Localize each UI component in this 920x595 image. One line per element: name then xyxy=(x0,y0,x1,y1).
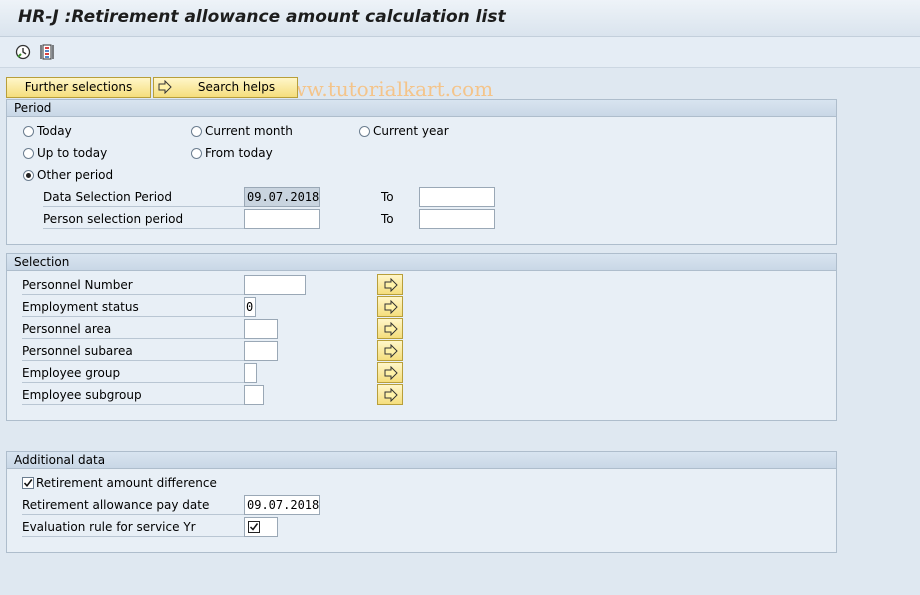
title-bar: HR-J :Retirement allowance amount calcul… xyxy=(0,0,920,37)
further-selections-button[interactable]: Further selections xyxy=(6,77,151,98)
radio-up-to-today[interactable] xyxy=(23,148,34,159)
employee-subgroup-multiple-selection-button[interactable] xyxy=(377,384,403,405)
execute-icon[interactable] xyxy=(14,43,32,61)
radio-other-period[interactable] xyxy=(23,170,34,181)
arrow-right-icon xyxy=(384,344,398,358)
evaluation-rule-label: Evaluation rule for service Yr xyxy=(22,517,244,537)
employment-status-label: Employment status xyxy=(22,297,244,317)
evaluation-rule-field[interactable] xyxy=(244,517,278,537)
retirement-amount-difference-label: Retirement amount difference xyxy=(36,476,217,490)
employee-group-multiple-selection-button[interactable] xyxy=(377,362,403,383)
employee-group-field[interactable] xyxy=(244,363,257,383)
personnel-area-label: Personnel area xyxy=(22,319,244,339)
search-helps-button[interactable]: Search helps xyxy=(153,77,298,98)
selection-header: Selection xyxy=(7,254,836,271)
checkmark-icon xyxy=(248,521,260,533)
employee-subgroup-field[interactable] xyxy=(244,385,264,405)
radio-today-label: Today xyxy=(37,124,72,138)
retirement-amount-difference-checkbox[interactable] xyxy=(22,477,34,489)
radio-up-to-today-label: Up to today xyxy=(37,146,108,160)
data-selection-from-field[interactable]: 09.07.2018 xyxy=(244,187,320,207)
data-selection-to-label: To xyxy=(381,190,394,204)
personnel-area-multiple-selection-button[interactable] xyxy=(377,318,403,339)
arrow-right-icon xyxy=(384,322,398,336)
radio-from-today[interactable] xyxy=(191,148,202,159)
personnel-subarea-multiple-selection-button[interactable] xyxy=(377,340,403,361)
person-selection-period-label: Person selection period xyxy=(43,209,244,229)
retirement-allowance-pay-date-field[interactable]: 09.07.2018 xyxy=(244,495,320,515)
personnel-area-field[interactable] xyxy=(244,319,278,339)
radio-current-month[interactable] xyxy=(191,126,202,137)
data-selection-period-label: Data Selection Period xyxy=(43,187,244,207)
personnel-subarea-field[interactable] xyxy=(244,341,278,361)
employment-status-multiple-selection-button[interactable] xyxy=(377,296,403,317)
radio-current-year-label: Current year xyxy=(373,124,449,138)
arrow-right-icon xyxy=(158,79,172,100)
personnel-number-label: Personnel Number xyxy=(22,275,244,295)
personnel-subarea-label: Personnel subarea xyxy=(22,341,244,361)
person-selection-from-field[interactable] xyxy=(244,209,320,229)
further-selections-label: Further selections xyxy=(24,80,133,94)
period-header: Period xyxy=(7,100,836,117)
checkmark-icon xyxy=(23,479,33,488)
arrow-right-icon xyxy=(384,366,398,380)
employee-group-label: Employee group xyxy=(22,363,244,383)
employee-subgroup-label: Employee subgroup xyxy=(22,385,244,405)
radio-today[interactable] xyxy=(23,126,34,137)
additional-data-header: Additional data xyxy=(7,452,836,469)
search-helps-label: Search helps xyxy=(197,80,276,94)
person-selection-to-field[interactable] xyxy=(419,209,495,229)
arrow-right-icon xyxy=(384,278,398,292)
radio-current-month-label: Current month xyxy=(205,124,293,138)
window-title: HR-J :Retirement allowance amount calcul… xyxy=(18,7,506,27)
application-toolbar: © www.tutorialkart.com xyxy=(0,37,920,101)
arrow-right-icon xyxy=(384,388,398,402)
personnel-number-multiple-selection-button[interactable] xyxy=(377,274,403,295)
employment-status-field[interactable]: 0 xyxy=(244,297,256,317)
retirement-allowance-pay-date-label: Retirement allowance pay date xyxy=(22,495,244,515)
arrow-right-icon xyxy=(384,300,398,314)
personnel-number-field[interactable] xyxy=(244,275,306,295)
radio-current-year[interactable] xyxy=(359,126,370,137)
radio-other-period-label: Other period xyxy=(37,168,114,182)
data-selection-to-field[interactable] xyxy=(419,187,495,207)
radio-from-today-label: From today xyxy=(205,146,273,160)
person-selection-to-label: To xyxy=(381,212,394,226)
program-documentation-icon[interactable] xyxy=(38,43,56,61)
